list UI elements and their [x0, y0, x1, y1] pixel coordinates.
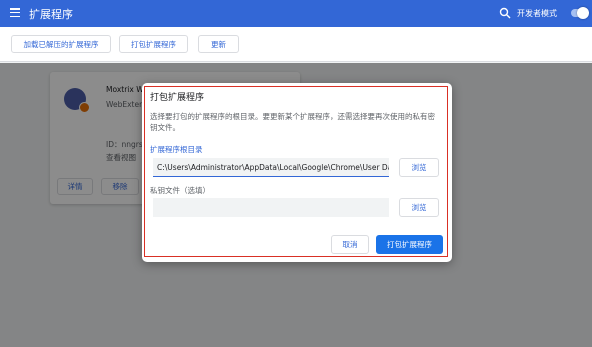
root-directory-label: 扩展程序根目录	[150, 145, 203, 154]
dev-mode-label: 开发者模式	[517, 9, 557, 18]
root-directory-input[interactable]: C:\Users\Administrator\AppData\Local\Goo…	[153, 158, 389, 177]
dev-mode-toggle[interactable]	[571, 7, 589, 19]
browse-root-button[interactable]: 浏览	[399, 158, 439, 177]
update-button[interactable]: 更新	[198, 35, 239, 53]
toggle-knob	[577, 7, 589, 19]
load-unpacked-button[interactable]: 加载已解压的扩展程序	[11, 35, 111, 53]
private-key-label: 私钥文件（选填）	[150, 186, 210, 195]
top-bar: 扩展程序 开发者模式	[0, 0, 592, 27]
pack-extension-button[interactable]: 打包扩展程序	[119, 35, 188, 53]
browse-key-button[interactable]: 浏览	[399, 198, 439, 217]
dialog-description: 选择要打包的扩展程序的根目录。要更新某个扩展程序，还需选择要再次使用的私有密钥文…	[150, 112, 435, 132]
confirm-pack-button[interactable]: 打包扩展程序	[376, 235, 443, 254]
search-icon[interactable]	[499, 7, 511, 19]
toolbar: 加载已解压的扩展程序 打包扩展程序 更新	[0, 27, 592, 62]
page-title: 扩展程序	[29, 8, 73, 21]
dialog-title: 打包扩展程序	[150, 93, 205, 103]
cancel-button[interactable]: 取消	[331, 235, 369, 254]
pack-extension-dialog: 打包扩展程序 选择要打包的扩展程序的根目录。要更新某个扩展程序，还需选择要再次使…	[142, 83, 452, 262]
menu-icon[interactable]	[10, 8, 20, 17]
private-key-input[interactable]	[153, 198, 389, 217]
